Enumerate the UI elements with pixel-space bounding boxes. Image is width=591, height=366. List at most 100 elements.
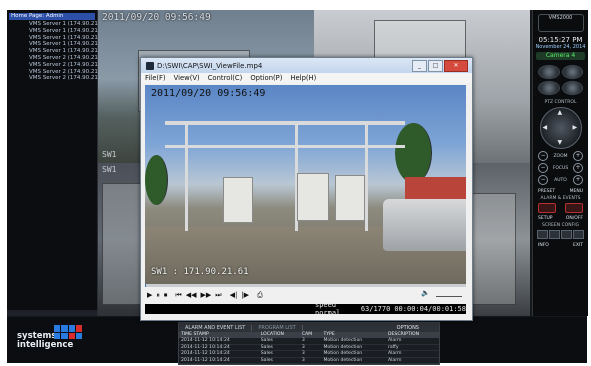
tree-item[interactable]: VMS Server 1 (174.90.21. bbox=[7, 48, 100, 55]
volume-icon[interactable]: 🔈 bbox=[421, 289, 430, 297]
preset-row: PRESET MENU bbox=[533, 189, 588, 194]
alarm-tabs: ALARM AND EVENT LIST PROGRAM LIST OPTION… bbox=[179, 323, 439, 332]
video-frame[interactable]: 2011/09/20 09:56:49 SW1 : 171.90.21.61 bbox=[145, 85, 466, 284]
focus-minus-button[interactable]: − bbox=[538, 163, 548, 173]
cell-location: Sales bbox=[258, 350, 300, 358]
cell-type: Motion detection bbox=[321, 344, 386, 352]
video-transformer bbox=[223, 177, 253, 223]
menu-help[interactable]: Help(H) bbox=[286, 74, 320, 82]
iris-minus-button[interactable]: − bbox=[538, 175, 548, 185]
tree-scrollbar[interactable] bbox=[7, 310, 97, 316]
alarm-button-2[interactable] bbox=[565, 203, 584, 213]
tree-item[interactable]: VMS Server 1 (174.90.21. bbox=[7, 35, 100, 42]
alarm-event-list: ALARM AND EVENT LIST PROGRAM LIST OPTION… bbox=[178, 322, 440, 365]
tree-root[interactable]: Home Page: Admin bbox=[9, 13, 95, 20]
table-row[interactable]: 2014-11-12 10:14:24 Sales 3 Motion detec… bbox=[179, 350, 439, 358]
search-icon[interactable] bbox=[538, 81, 560, 95]
ptz-left-icon[interactable]: ◀ bbox=[543, 124, 548, 131]
ptz-caption: PTZ CONTROL bbox=[544, 100, 577, 105]
playback-icon[interactable] bbox=[561, 65, 583, 79]
focus-label: FOCUS bbox=[552, 165, 569, 171]
tile-timestamp: 2011/09/20 09:56:49 bbox=[102, 12, 211, 23]
focus-plus-button[interactable]: + bbox=[573, 163, 583, 173]
ptz-joystick[interactable]: ▲ ▼ ◀ ▶ bbox=[539, 107, 582, 149]
date: November 24, 2014 bbox=[535, 44, 586, 50]
window-title: D:\SWI\CAP\SWI_ViewFile.mp4 bbox=[157, 61, 263, 70]
camera-selector[interactable]: Camera 4 bbox=[536, 52, 585, 60]
rewind-icon[interactable]: ◀◀ bbox=[184, 291, 199, 299]
minimize-icon[interactable]: _ bbox=[412, 59, 427, 72]
live-view-icon[interactable] bbox=[538, 65, 560, 79]
ptz-down-icon[interactable]: ▼ bbox=[558, 139, 563, 146]
video-timestamp: 2011/09/20 09:56:49 bbox=[151, 88, 266, 99]
menu-view[interactable]: View(V) bbox=[170, 74, 204, 82]
vms-logo: VMS2000 bbox=[537, 14, 584, 32]
tile-camera-label: SW1 bbox=[102, 165, 117, 174]
ptz-up-icon[interactable]: ▲ bbox=[558, 109, 563, 116]
cell-time: 2014-11-12 10:14:24 bbox=[179, 350, 259, 358]
menu-control[interactable]: Control(C) bbox=[204, 74, 247, 82]
step-back-icon[interactable]: ◀| bbox=[228, 291, 240, 299]
close-icon[interactable]: ✕ bbox=[444, 59, 468, 72]
tile-camera-label: SW1 bbox=[102, 150, 117, 159]
tab-alarm-events[interactable]: ALARM AND EVENT LIST bbox=[179, 324, 253, 331]
play-icon[interactable]: ▶ bbox=[145, 291, 154, 299]
window-controls: _ □ ✕ bbox=[411, 59, 468, 72]
table-row[interactable]: 2014-11-12 10:14:24 Sales 3 Motion detec… bbox=[179, 344, 439, 352]
tree-item[interactable]: VMS Server 1 (174.90.21. bbox=[7, 28, 100, 35]
iris-plus-button[interactable]: + bbox=[572, 175, 583, 185]
on-off-button[interactable]: ON/OFF bbox=[566, 216, 583, 221]
window-titlebar[interactable]: D:\SWI\CAP\SWI_ViewFile.mp4 _ □ ✕ bbox=[141, 58, 472, 73]
menu-button[interactable]: MENU bbox=[570, 189, 583, 194]
menu-bar: File(F) View(V) Control(C) Option(P) Hel… bbox=[141, 73, 472, 83]
menu-option[interactable]: Option(P) bbox=[246, 74, 286, 82]
tree-item[interactable]: VMS Server 2 (174.90.21. bbox=[7, 62, 100, 69]
seek-fill bbox=[145, 284, 147, 287]
video-truck bbox=[383, 199, 466, 251]
tree-item[interactable]: VMS Server 1 (174.90.21. bbox=[7, 21, 100, 28]
media-player-window[interactable]: D:\SWI\CAP\SWI_ViewFile.mp4 _ □ ✕ File(F… bbox=[140, 57, 473, 321]
mode-icons bbox=[533, 62, 588, 98]
iris-label: AUTO bbox=[554, 177, 567, 183]
device-tree[interactable]: Home Page: Admin VMS Server 1 (174.90.21… bbox=[7, 10, 100, 316]
seek-bar[interactable] bbox=[145, 284, 466, 287]
cell-time: 2014-11-12 10:14:24 bbox=[179, 344, 259, 352]
tree-item[interactable]: VMS Server 1 (174.90.21. bbox=[7, 41, 100, 48]
fast-forward-icon[interactable]: ▶▶ bbox=[198, 291, 213, 299]
pause-icon[interactable]: ⏸ bbox=[154, 291, 162, 300]
exit-button[interactable]: EXIT bbox=[573, 243, 583, 248]
layout-button[interactable] bbox=[537, 230, 548, 239]
menu-file[interactable]: File(F) bbox=[141, 74, 170, 82]
cell-description: raffy bbox=[385, 344, 439, 352]
info-button[interactable]: INFO bbox=[538, 243, 549, 248]
volume-slider[interactable] bbox=[436, 290, 462, 297]
preset-button[interactable]: PRESET bbox=[538, 189, 555, 194]
alarm-table: TIME STAMP LOCATION CAM TYPE DESCRIPTION… bbox=[179, 332, 439, 365]
table-row[interactable]: 2014-11-12 10:14:24 Sales 3 Motion detec… bbox=[179, 357, 439, 365]
tree-item[interactable]: VMS Server 2 (174.90.21. bbox=[7, 55, 100, 62]
alarm-button-1[interactable] bbox=[537, 203, 556, 213]
screen-layout-grid bbox=[533, 228, 588, 241]
layout-button[interactable] bbox=[561, 230, 572, 239]
video-gantry bbox=[185, 121, 188, 231]
playback-controls: ▶ ⏸ ⏹ ⏮ ◀◀ ▶▶ ⏭ ◀| |▶ ⎙ 🔈 bbox=[145, 284, 466, 301]
maximize-icon[interactable]: □ bbox=[428, 59, 443, 72]
skip-start-icon[interactable]: ⏮ bbox=[173, 291, 183, 300]
tab-program-list[interactable]: PROGRAM LIST bbox=[252, 324, 303, 331]
step-forward-icon[interactable]: |▶ bbox=[239, 291, 251, 299]
setup-button[interactable]: SETUP bbox=[538, 216, 552, 221]
cell-cam: 3 bbox=[299, 350, 322, 358]
snapshot-icon[interactable]: ⎙ bbox=[255, 291, 265, 300]
stop-icon[interactable]: ⏹ bbox=[162, 291, 170, 300]
tree-item[interactable]: VMS Server 2 (174.90.21. bbox=[7, 75, 100, 82]
layout-button[interactable] bbox=[573, 230, 584, 239]
skip-end-icon[interactable]: ⏭ bbox=[213, 291, 223, 300]
video-transformer bbox=[335, 175, 365, 221]
options-button[interactable]: OPTIONS bbox=[397, 325, 439, 331]
tree-item[interactable]: VMS Server 2 (174.90.21. bbox=[7, 69, 100, 76]
export-icon[interactable] bbox=[561, 81, 583, 95]
zoom-in-button[interactable]: + bbox=[573, 151, 583, 161]
ptz-right-icon[interactable]: ▶ bbox=[573, 124, 578, 131]
zoom-out-button[interactable]: − bbox=[538, 151, 548, 161]
layout-button[interactable] bbox=[549, 230, 560, 239]
